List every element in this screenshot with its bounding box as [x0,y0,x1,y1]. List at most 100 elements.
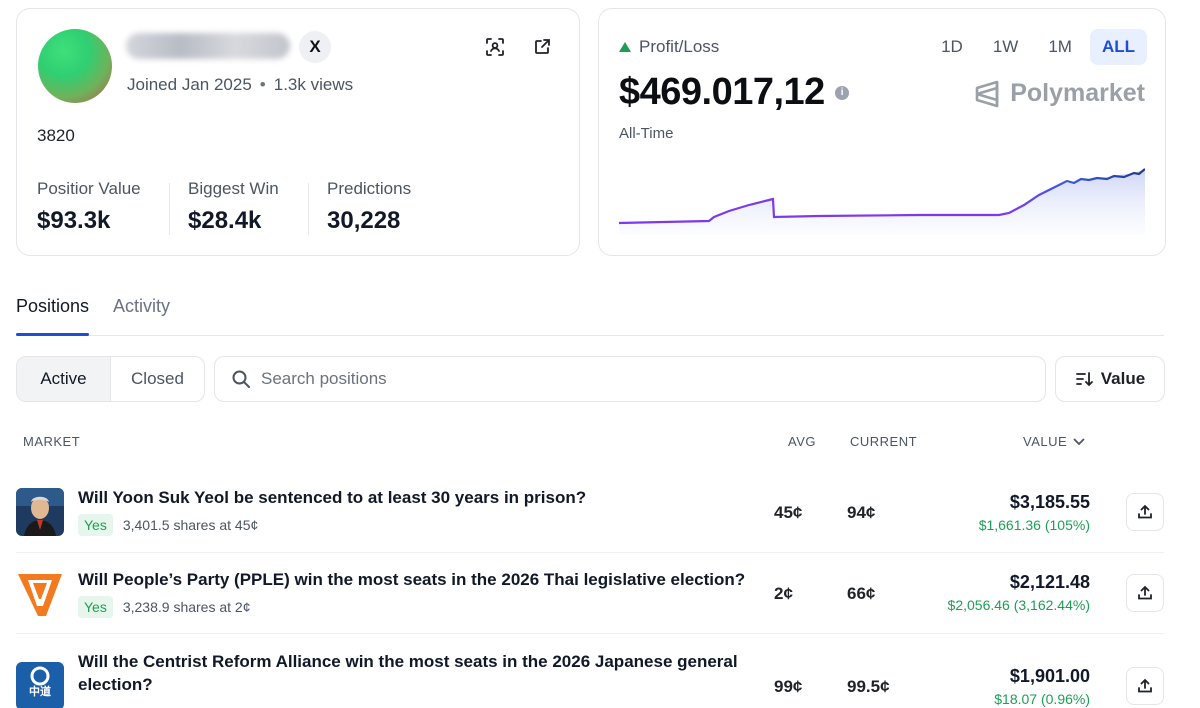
sort-label: Value [1100,369,1146,388]
qr-scan-button[interactable] [481,33,509,61]
joined-date: Joined Jan 2025 [127,75,252,94]
share-button[interactable] [1126,493,1164,531]
tab-activity[interactable]: Activity [113,292,170,335]
username-blurred [126,33,290,59]
current-price: 99.5¢ [847,677,890,696]
stat-value: $93.3k [37,207,111,234]
share-info: 3,401.5 shares at 45¢ [122,517,259,533]
chevron-down-icon [1073,437,1085,445]
value-pnl: $2,056.46 (3,162.44%) [947,597,1090,613]
value-amount: $2,121.48 [1009,572,1090,592]
profit-loss-card: Profit/Loss 1D 1W 1M ALL $469.017,12 i P… [598,8,1166,256]
upload-icon [1138,504,1152,519]
pnl-header: Profit/Loss [619,37,719,57]
position-value: $1,901.00 $18.07 (0.96%) [994,666,1090,707]
brand-name: Polymarket [1010,79,1145,107]
sort-icon [1075,372,1093,387]
stat-divider [308,183,309,235]
share-button[interactable] [1126,667,1164,705]
row-divider [16,552,1164,553]
current-price: 66¢ [847,584,876,603]
market-title[interactable]: Will People’s Party (PPLE) win the most … [78,568,745,591]
current-price: 94¢ [847,503,876,522]
market-thumbnail [16,488,64,536]
up-triangle-icon [619,42,631,52]
stat-position-value: Positior Value $93.3k [37,179,141,235]
active-filter-button[interactable]: Active [17,357,111,401]
value-amount: $1,901.00 [1009,666,1090,686]
thumb-text: 中道 [29,684,51,698]
position-value: $2,121.48 $2,056.46 (3,162.44%) [948,572,1090,613]
closed-filter-button[interactable]: Closed [111,357,204,401]
stat-divider [169,183,170,235]
value-amount: $3,185.55 [1009,492,1090,512]
separator-dot: • [259,75,266,94]
range-1m-button[interactable]: 1M [1036,29,1084,65]
table-row[interactable]: Will People’s Party (PPLE) win the most … [16,568,1164,630]
stat-value: 30,228 [327,207,401,234]
profile-meta: Joined Jan 2025 • 1.3k views [127,75,353,95]
header-value: VALUE [1023,434,1068,449]
value-pnl: $1,661.36 (105%) [978,517,1090,533]
outcome-info: Yes 3,238.9 shares at 2¢ [78,596,251,618]
pnl-label: Profit/Loss [639,37,720,56]
pnl-amount: $469.017,12 i [619,71,849,114]
avatar [38,29,112,103]
search-input[interactable] [261,369,961,389]
pnl-area [619,169,1145,235]
avg-price: 45¢ [774,503,803,522]
polymarket-brand: Polymarket [974,79,1145,108]
market-title-line: Will the Centrist Reform Alliance win th… [78,652,738,671]
scan-icon [486,38,504,56]
external-link-icon [535,39,550,54]
pnl-period: All-Time [619,125,674,142]
range-1d-button[interactable]: 1D [929,29,975,65]
stat-label: Predictions [327,179,412,198]
share-info: 3,238.9 shares at 2¢ [122,599,251,615]
outcome-badge: Yes [78,514,113,536]
market-title[interactable]: Will Yoon Suk Yeol be sentenced to at le… [78,486,586,509]
row-divider [16,633,1164,634]
x-social-button[interactable]: X [299,31,331,63]
stat-biggest-win: Biggest Win $28.4k [188,179,279,235]
pnl-chart [619,168,1145,235]
header-avg: AVG [788,434,816,449]
market-title[interactable]: Will the Centrist Reform Alliance win th… [78,650,738,696]
header-value-sort[interactable]: VALUE [1023,434,1085,449]
value-pnl: $18.07 (0.96%) [994,691,1090,707]
position-value: $3,185.55 $1,661.36 (105%) [979,492,1090,533]
market-thumbnail [16,570,64,618]
upload-icon [1138,678,1152,693]
info-icon[interactable]: i [834,85,849,100]
range-1w-button[interactable]: 1W [981,29,1031,65]
tab-positions[interactable]: Positions [16,292,90,336]
table-row[interactable]: Will Yoon Suk Yeol be sentenced to at le… [16,486,1164,548]
range-all-button[interactable]: ALL [1089,29,1147,65]
outcome-info: Yes 3,401.5 shares at 45¢ [78,514,258,536]
position-status-toggle: Active Closed [16,356,205,402]
outcome-badge: Yes [78,596,113,618]
avg-price: 99¢ [774,677,803,696]
sort-value-button[interactable]: Value [1055,356,1165,402]
stat-value: $28.4k [188,207,262,234]
x-icon: X [309,37,321,56]
pnl-value: $469.017,12 [619,71,825,113]
upload-icon [1138,585,1152,600]
time-range-selector: 1D 1W 1M ALL [929,29,1147,65]
stat-label: Positior Value [37,179,141,198]
stat-predictions: Predictions 30,228 [327,179,411,235]
user-id: 3820 [37,126,75,145]
stat-label: Biggest Win [188,179,279,198]
share-button[interactable] [1126,574,1164,612]
polymarket-logo-icon [975,80,999,107]
header-market: MARKET [23,434,81,449]
market-thumbnail: 中道 [16,662,64,708]
header-current: CURRENT [850,434,918,449]
tab-bar: Positions Activity [16,292,1164,336]
table-row[interactable]: 中道 Will the Centrist Reform Alliance win… [16,650,1164,708]
open-external-button[interactable] [528,33,556,61]
view-count: 1.3k views [273,75,354,94]
search-icon [232,370,250,388]
market-title-line: election? [78,675,153,694]
avg-price: 2¢ [774,584,793,603]
